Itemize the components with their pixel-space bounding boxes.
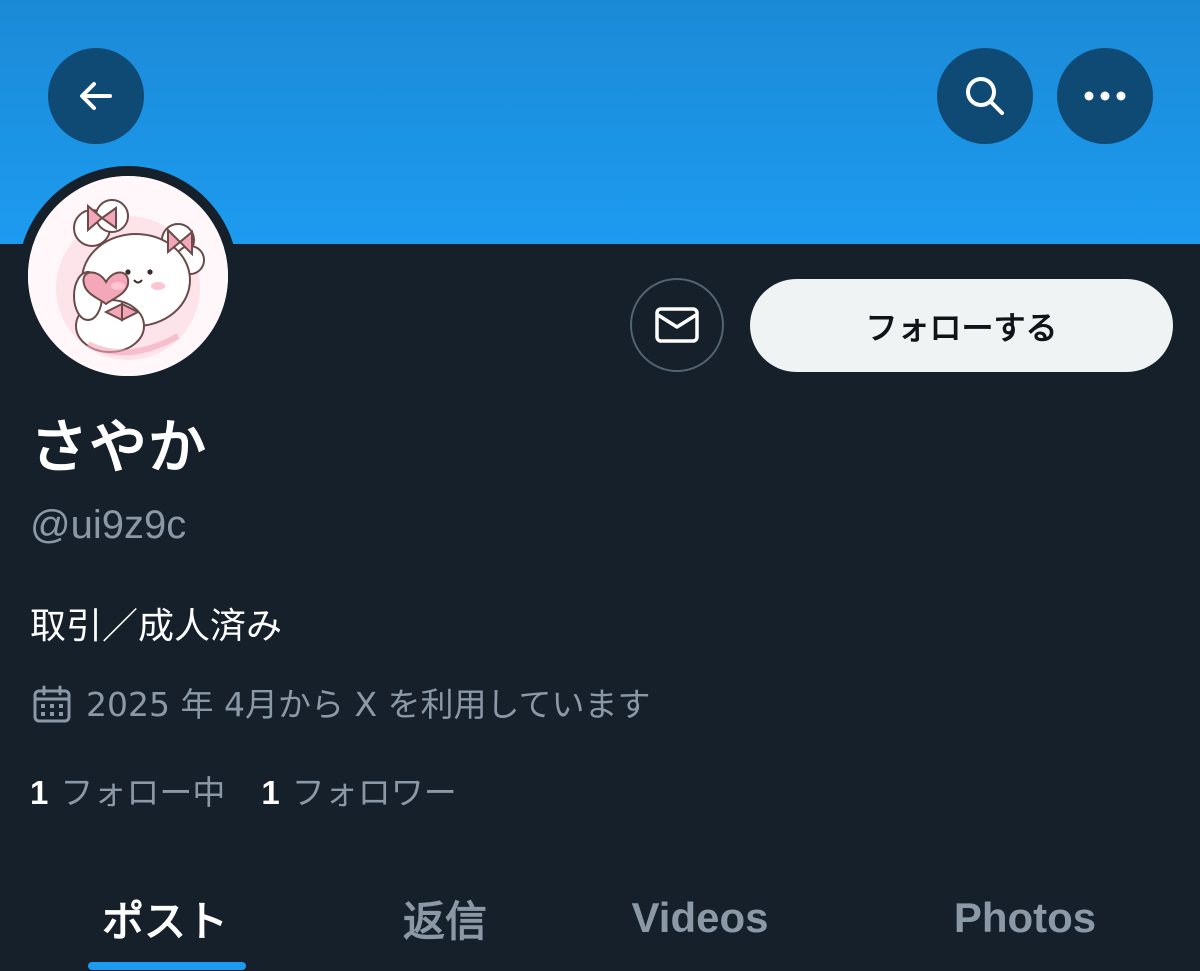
calendar-icon [33, 685, 71, 723]
following-label: フォロー中 [60, 773, 226, 812]
arrow-left-icon [80, 82, 112, 110]
profile-tabs: ポスト 返信 Videos Photos [0, 862, 1200, 971]
following-link[interactable]: 1 フォロー中 [30, 770, 225, 816]
avatar[interactable] [28, 176, 228, 376]
tab-replies[interactable]: 返信 [340, 878, 550, 958]
join-date-text: 2025 年 4月から X を利用しています [86, 685, 651, 724]
more-options-button[interactable] [1057, 48, 1153, 144]
tab-posts[interactable]: ポスト [60, 878, 270, 958]
join-date: 2025 年 4月から X を利用しています [30, 680, 651, 730]
profile-bio: 取引／成人済み [30, 606, 283, 647]
following-count: 1 [30, 774, 49, 811]
more-horizontal-icon [1084, 91, 1126, 101]
user-handle: @ui9z9c [30, 503, 187, 547]
display-name: さやか [30, 413, 208, 481]
followers-link[interactable]: 1 フォロワー [261, 770, 456, 816]
avatar-illustration [28, 176, 228, 376]
follow-stats: 1 フォロー中 1 フォロワー [30, 770, 493, 816]
mail-icon [655, 307, 699, 343]
tab-photos[interactable]: Photos [900, 878, 1150, 958]
followers-count: 1 [261, 774, 280, 811]
search-button[interactable] [937, 48, 1033, 144]
active-tab-indicator [88, 962, 246, 970]
followers-label: フォロワー [291, 773, 457, 812]
search-icon [966, 77, 1004, 115]
back-button[interactable] [48, 48, 144, 144]
follow-button[interactable]: フォローする [750, 279, 1173, 372]
tab-videos[interactable]: Videos [590, 878, 810, 958]
message-button[interactable] [630, 278, 724, 372]
